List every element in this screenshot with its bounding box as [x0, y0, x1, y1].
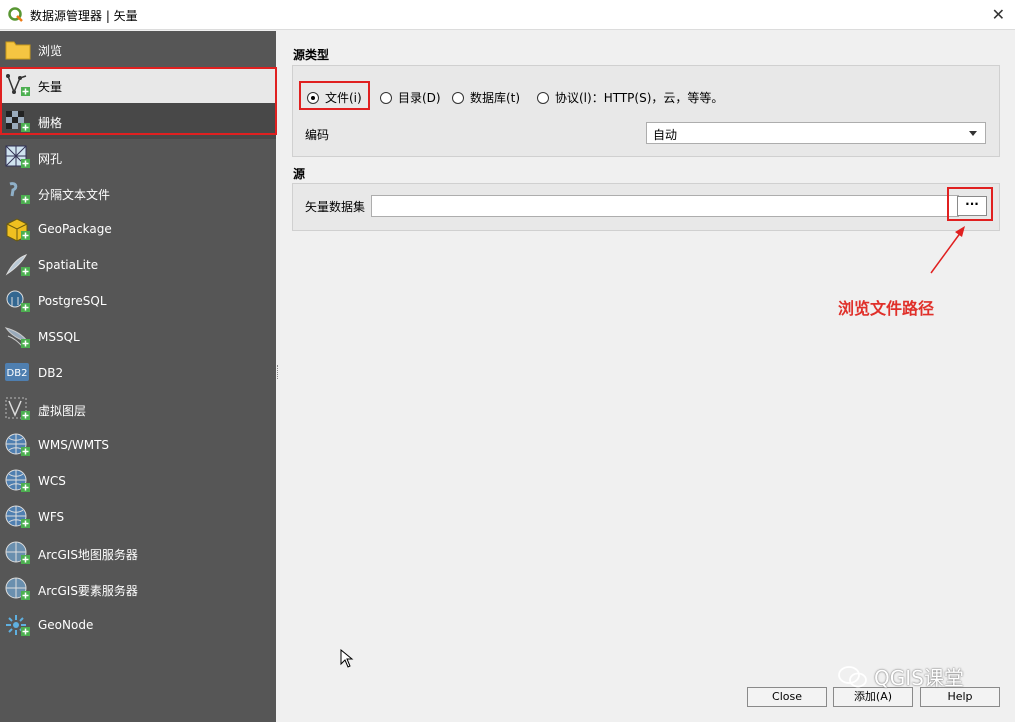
- sidebar-item-geopackage[interactable]: GeoPackage: [0, 211, 276, 247]
- sidebar-item-mesh[interactable]: 网孔: [0, 139, 276, 175]
- sidebar-item-label: GeoNode: [38, 618, 94, 632]
- radio-directory[interactable]: 目录(D): [380, 89, 441, 106]
- sidebar-item-browse[interactable]: 浏览: [0, 31, 276, 67]
- sidebar-item-spatialite[interactable]: SpatiaLite: [0, 247, 276, 283]
- encoding-value: 自动: [653, 128, 678, 142]
- watermark: QGIS课堂: [838, 662, 964, 691]
- source-title: 源: [293, 167, 306, 181]
- sidebar-item-postgresql[interactable]: PostgreSQL: [0, 283, 276, 319]
- radio-button-icon[interactable]: [380, 91, 392, 104]
- sidebar-item-label: ArcGIS地图服务器: [38, 548, 138, 562]
- radio-database[interactable]: 数据库(t): [452, 89, 520, 106]
- mouse-cursor-icon: [340, 649, 354, 668]
- wcs-globe-icon: [5, 469, 30, 492]
- radio-label: 数据库(t): [470, 91, 521, 105]
- db2-icon-text: DB2: [7, 368, 28, 379]
- wechat-logo-icon: [838, 665, 867, 687]
- sidebar-item-label: 虚拟图层: [38, 404, 87, 418]
- sidebar-item-wcs[interactable]: WCS: [0, 463, 276, 499]
- title-bar: 数据源管理器 | 矢量 ✕: [0, 0, 1015, 30]
- highlight-box-browse: [947, 187, 993, 221]
- virtual-layer-icon: [5, 397, 30, 420]
- sidebar-item-label: PostgreSQL: [38, 294, 107, 308]
- mesh-layer-icon: [5, 145, 30, 168]
- sidebar-item-arcgis-feature-server[interactable]: ArcGIS要素服务器: [0, 571, 276, 607]
- vector-dataset-input[interactable]: [371, 195, 959, 217]
- highlight-box-file-radio: [299, 81, 370, 110]
- postgresql-icon: [6, 290, 30, 312]
- close-button[interactable]: Close: [747, 687, 827, 707]
- sidebar-item-mssql[interactable]: MSSQL: [0, 319, 276, 355]
- chevron-down-icon: [969, 131, 977, 136]
- wfs-globe-icon: [5, 505, 30, 528]
- sidebar-item-arcgis-map-server[interactable]: ArcGIS地图服务器: [0, 535, 276, 571]
- sidebar-item-label: WMS/WMTS: [38, 438, 110, 452]
- mssql-icon: [4, 327, 30, 348]
- radio-button-icon[interactable]: [452, 91, 464, 104]
- radio-label: 协议(l)：HTTP(S)，云，等等。: [555, 91, 724, 105]
- sidebar-item-label: 网孔: [38, 152, 63, 166]
- sidebar-item-label: WFS: [38, 510, 65, 524]
- radio-label: 目录(D): [398, 91, 441, 105]
- sidebar-item-wms-wmts[interactable]: WMS/WMTS: [0, 427, 276, 463]
- radio-button-icon[interactable]: [537, 91, 549, 104]
- sidebar-item-wfs[interactable]: WFS: [0, 499, 276, 535]
- geopackage-icon: [6, 218, 30, 242]
- sidebar-item-label: ArcGIS要素服务器: [38, 584, 138, 598]
- encoding-select[interactable]: 自动: [646, 122, 986, 144]
- vector-dataset-label: 矢量数据集: [305, 200, 366, 214]
- arcgis-feature-server-icon: [5, 577, 30, 600]
- encoding-label: 编码: [305, 128, 330, 142]
- sidebar-item-label: WCS: [38, 474, 66, 488]
- db2-icon: DB2: [5, 363, 29, 381]
- sidebar-item-label: GeoPackage: [38, 222, 112, 236]
- annotation-text: 浏览文件路径: [838, 299, 935, 318]
- sidebar-item-label: SpatiaLite: [38, 258, 99, 272]
- sidebar-item-label: 浏览: [38, 44, 63, 58]
- annotation-arrow-icon: [930, 226, 965, 274]
- main-panel: 源类型 文件(i) 目录(D) 数据库(t) 协议(l)：HTTP(S)，云，等…: [283, 31, 1015, 722]
- sidebar-item-virtual-layer[interactable]: 虚拟图层: [0, 391, 276, 427]
- sidebar-item-label: MSSQL: [38, 330, 80, 344]
- sidebar-item-label: 分隔文本文件: [38, 188, 111, 202]
- sidebar-item-label: DB2: [38, 366, 64, 380]
- arcgis-map-server-icon: [5, 541, 30, 564]
- sidebar-item-db2[interactable]: DB2 DB2: [0, 355, 276, 391]
- splitter-handle[interactable]: [277, 365, 280, 379]
- sidebar-item-delimited-text[interactable]: 分隔文本文件: [0, 175, 276, 211]
- sidebar-item-geonode[interactable]: GeoNode: [0, 607, 276, 643]
- watermark-text: QGIS课堂: [874, 666, 964, 690]
- folder-icon: [5, 41, 31, 60]
- qgis-logo-icon: [8, 7, 23, 22]
- source-type-group: 文件(i) 目录(D) 数据库(t) 协议(l)：HTTP(S)，云，等等。 编…: [292, 65, 1000, 157]
- close-icon[interactable]: ✕: [992, 5, 1005, 24]
- radio-protocol[interactable]: 协议(l)：HTTP(S)，云，等等。: [537, 89, 723, 106]
- highlight-box-sidebar: [0, 67, 277, 135]
- source-type-title: 源类型: [293, 48, 330, 62]
- delimited-text-icon: [9, 182, 30, 204]
- geonode-icon: [6, 615, 30, 636]
- spatialite-icon: [5, 254, 30, 276]
- window-title: 数据源管理器 | 矢量: [30, 9, 138, 23]
- source-group: 矢量数据集 ···: [292, 183, 1000, 231]
- wms-globe-icon: [5, 433, 30, 456]
